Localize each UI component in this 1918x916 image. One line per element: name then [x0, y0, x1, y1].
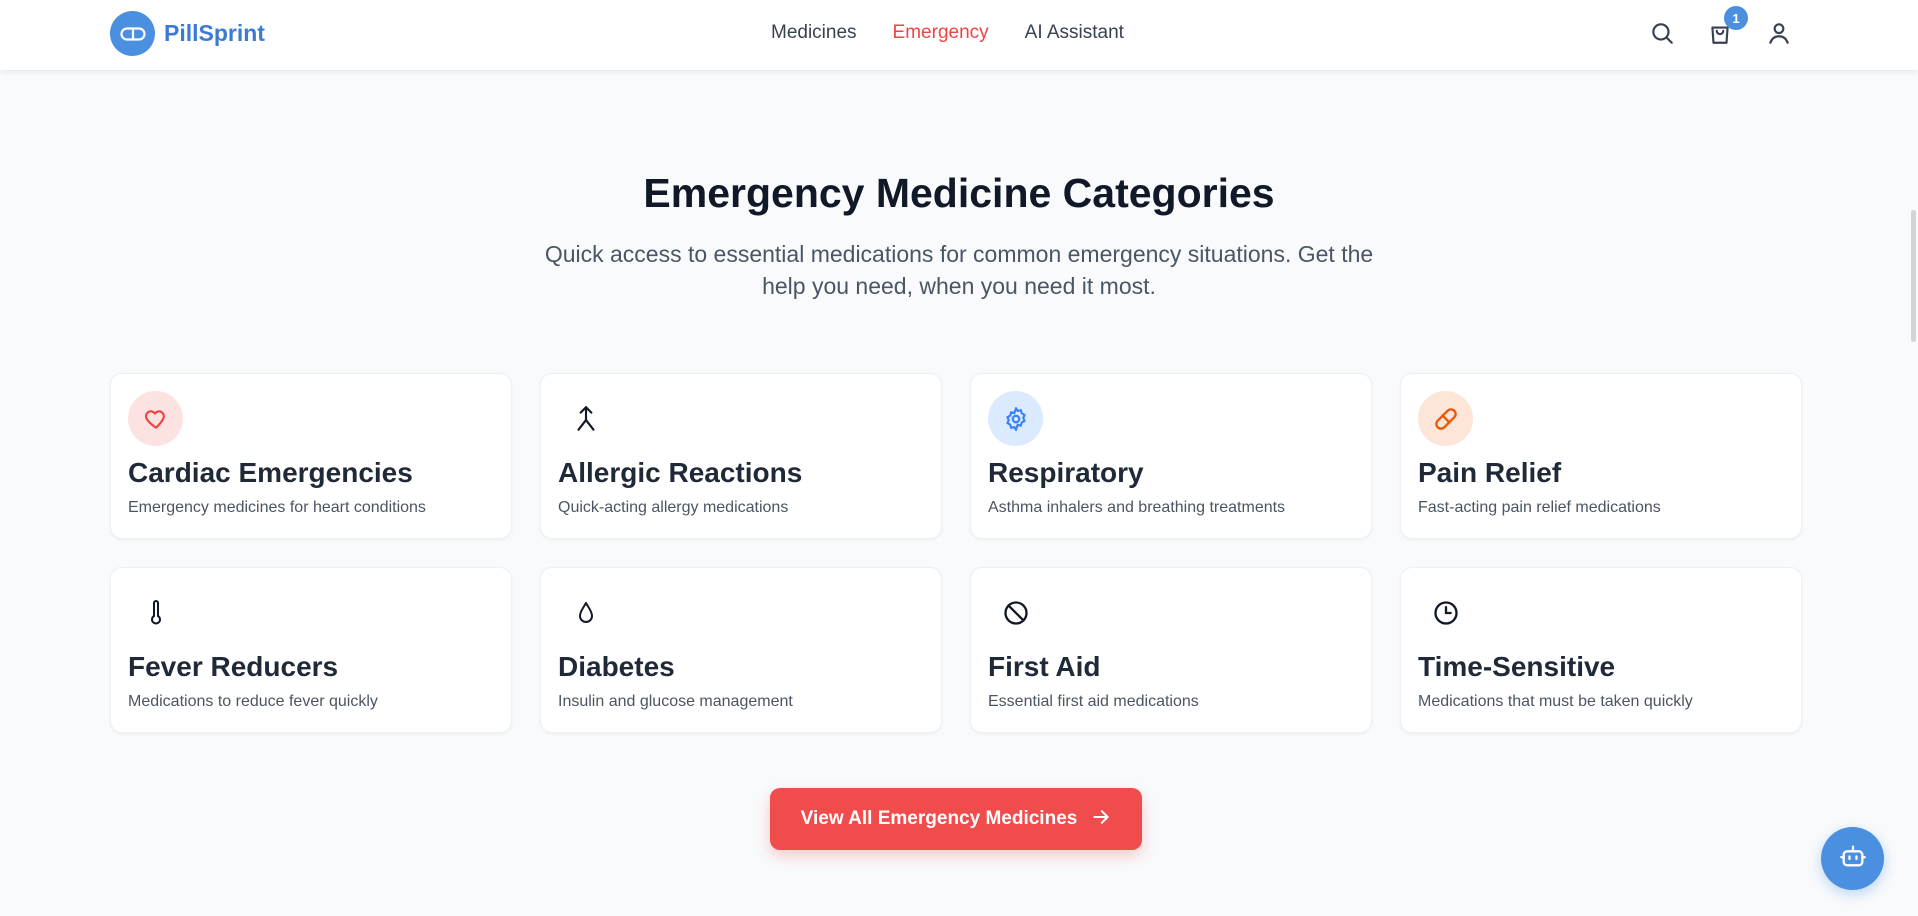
- bot-icon: [1839, 842, 1867, 875]
- nav-link-ai-assistant[interactable]: AI Assistant: [1025, 22, 1124, 44]
- page-scrollbar[interactable]: [1911, 210, 1916, 342]
- pill-icon: [1418, 391, 1473, 446]
- category-title: Allergic Reactions: [558, 457, 803, 488]
- clock-icon: [1418, 585, 1473, 640]
- category-title: Diabetes: [558, 651, 675, 682]
- category-title: Fever Reducers: [128, 651, 339, 682]
- droplet-icon: [558, 585, 613, 640]
- nav-link-emergency[interactable]: Emergency: [893, 22, 989, 44]
- arrow-right-icon: [1091, 807, 1111, 832]
- category-description: Quick-acting allergy medications: [558, 499, 789, 516]
- category-description: Medications to reduce fever quickly: [128, 693, 378, 710]
- section-subtitle: Quick access to essential medications fo…: [544, 241, 1374, 299]
- top-navbar: PillSprint Medicines Emergency AI Assist…: [0, 0, 1918, 70]
- category-card-first-aid[interactable]: First Aid Essential first aid medication…: [970, 567, 1372, 733]
- nav-link-medicines[interactable]: Medicines: [771, 22, 857, 44]
- section-title: Emergency Medicine Categories: [643, 170, 1275, 216]
- category-title: Time-Sensitive: [1418, 651, 1616, 682]
- category-description: Emergency medicines for heart conditions: [128, 499, 426, 516]
- heart-icon: [128, 391, 183, 446]
- category-card-cardiac[interactable]: Cardiac Emergencies Emergency medicines …: [110, 373, 512, 539]
- category-card-pain-relief[interactable]: Pain Relief Fast-acting pain relief medi…: [1400, 373, 1802, 539]
- ban-icon: [988, 585, 1043, 640]
- category-card-fever[interactable]: Fever Reducers Medications to reduce fev…: [110, 567, 512, 733]
- cart-count-badge: 1: [1724, 6, 1748, 30]
- merge-arrow-icon: [558, 391, 613, 446]
- thermometer-icon: [128, 585, 183, 640]
- category-card-diabetes[interactable]: Diabetes Insulin and glucose management: [540, 567, 942, 733]
- main-nav: Medicines Emergency AI Assistant: [771, 22, 1124, 44]
- cta-label: View All Emergency Medicines: [800, 808, 1078, 829]
- category-description: Fast-acting pain relief medications: [1418, 499, 1661, 516]
- category-card-time-sensitive[interactable]: Time-Sensitive Medications that must be …: [1400, 567, 1802, 733]
- gear-icon: [988, 391, 1043, 446]
- category-description: Essential first aid medications: [988, 693, 1199, 710]
- search-icon[interactable]: [1649, 20, 1675, 46]
- brand-logo[interactable]: PillSprint: [110, 11, 265, 56]
- ai-assistant-fab[interactable]: [1821, 827, 1884, 890]
- category-card-allergic[interactable]: Allergic Reactions Quick-acting allergy …: [540, 373, 942, 539]
- capsule-logo-icon: [110, 11, 155, 56]
- view-all-emergency-medicines-button[interactable]: View All Emergency Medicines: [770, 788, 1142, 850]
- category-description: Medications that must be taken quickly: [1418, 693, 1693, 710]
- category-card-respiratory[interactable]: Respiratory Asthma inhalers and breathin…: [970, 373, 1372, 539]
- category-description: Insulin and glucose management: [558, 693, 793, 710]
- brand-name: PillSprint: [164, 20, 265, 46]
- category-title: Respiratory: [988, 457, 1144, 488]
- category-title: Pain Relief: [1418, 457, 1562, 488]
- category-description: Asthma inhalers and breathing treatments: [988, 499, 1286, 516]
- category-title: Cardiac Emergencies: [128, 457, 413, 488]
- user-icon[interactable]: [1766, 20, 1792, 46]
- category-title: First Aid: [988, 651, 1101, 682]
